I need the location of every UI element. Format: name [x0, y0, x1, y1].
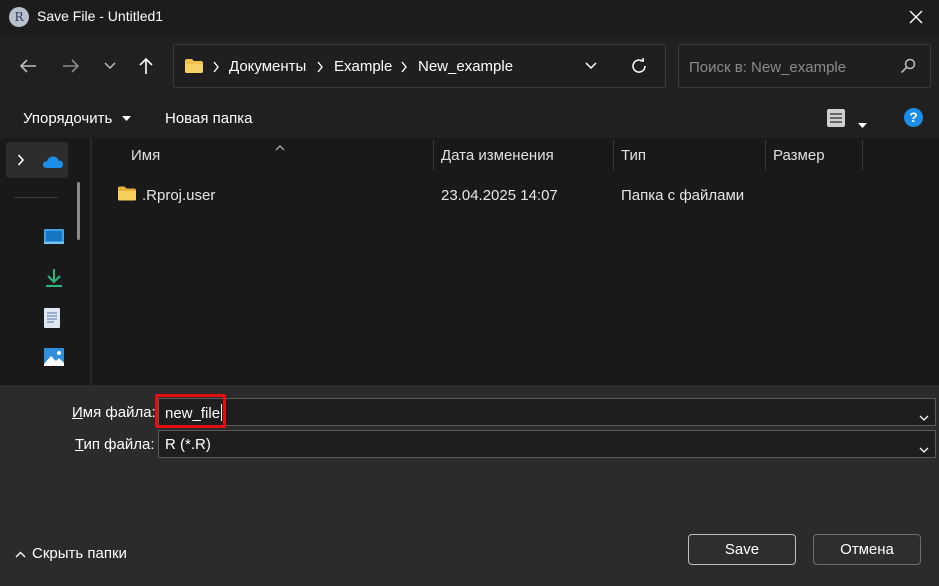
breadcrumb-documents[interactable]: Документы	[229, 58, 306, 75]
chevron-down-icon	[585, 62, 597, 70]
arrow-right-icon	[63, 59, 80, 73]
column-header-date[interactable]: Дата изменения	[433, 138, 613, 172]
new-folder-button[interactable]: Новая папка	[165, 110, 252, 127]
document-icon	[44, 308, 60, 328]
cancel-button[interactable]: Отмена	[813, 534, 921, 565]
view-options-button[interactable]	[826, 108, 846, 133]
filetype-select[interactable]: R (*.R)	[158, 430, 936, 458]
breadcrumb-example[interactable]: Example	[334, 58, 392, 75]
save-button[interactable]: Save	[688, 534, 796, 565]
chevron-right-icon[interactable]	[316, 60, 324, 78]
folder-icon	[184, 58, 204, 79]
chevron-down-icon	[104, 62, 116, 70]
command-bar: Упорядочить Новая папка ?	[0, 98, 939, 138]
caret-down-icon	[122, 116, 132, 122]
sidebar-item-onedrive[interactable]	[6, 142, 68, 178]
file-date: 23.04.2025 14:07	[441, 187, 558, 204]
up-button[interactable]	[134, 54, 158, 78]
forward-button[interactable]	[59, 54, 83, 78]
filename-highlight-box	[155, 394, 226, 428]
navigation-pane	[0, 138, 92, 385]
address-bar[interactable]: Документы Example New_example	[173, 44, 666, 88]
search-placeholder: Поиск в: New_example	[689, 59, 847, 76]
content-area: Имя Дата изменения Тип Размер .Rproj.use…	[0, 138, 939, 385]
refresh-button[interactable]	[630, 57, 648, 80]
view-menu-caret[interactable]	[858, 116, 867, 134]
pictures-icon	[44, 348, 64, 366]
chevron-down-icon	[919, 415, 929, 421]
filetype-label: Тип файла:	[75, 436, 155, 453]
r-app-icon: R	[9, 7, 29, 27]
details-view-icon	[827, 109, 845, 127]
recent-locations-button[interactable]	[98, 54, 122, 78]
file-list: Имя Дата изменения Тип Размер .Rproj.use…	[92, 138, 939, 385]
navigation-bar: Документы Example New_example Поиск в: N…	[0, 34, 939, 98]
chevron-up-icon	[15, 551, 26, 558]
organize-button[interactable]: Упорядочить	[23, 110, 132, 127]
file-name: .Rproj.user	[142, 187, 216, 204]
search-input[interactable]: Поиск в: New_example	[678, 44, 931, 88]
breadcrumb-new-example[interactable]: New_example	[418, 58, 513, 75]
filetype-value: R (*.R)	[165, 436, 211, 453]
chevron-right-icon[interactable]	[400, 60, 408, 78]
expand-chevron-icon[interactable]	[17, 153, 25, 172]
folder-icon	[118, 186, 136, 206]
caret-down-icon	[858, 123, 867, 128]
sidebar-item-desktop[interactable]	[44, 228, 64, 251]
help-button[interactable]: ?	[904, 108, 923, 127]
hide-folders-label: Скрыть папки	[32, 545, 127, 562]
file-row[interactable]: .Rproj.user 23.04.2025 14:07 Папка с фай…	[92, 180, 939, 210]
column-header-type[interactable]: Тип	[613, 138, 765, 172]
filename-dropdown-button[interactable]	[919, 408, 929, 426]
close-button[interactable]	[893, 0, 939, 34]
chevron-right-icon	[212, 60, 220, 78]
onedrive-cloud-icon	[42, 155, 64, 174]
sidebar-item-documents[interactable]	[44, 308, 60, 333]
title-bar: R Save File - Untitled1	[0, 0, 939, 34]
sidebar-scrollbar[interactable]	[77, 182, 80, 240]
back-button[interactable]	[16, 54, 40, 78]
sidebar-item-downloads[interactable]	[44, 268, 64, 293]
address-history-dropdown[interactable]	[584, 59, 598, 78]
arrow-left-icon	[19, 59, 36, 73]
filetype-dropdown-button[interactable]	[919, 440, 929, 458]
refresh-icon	[632, 57, 646, 73]
close-icon	[909, 10, 923, 24]
column-separator[interactable]	[862, 140, 863, 170]
desktop-icon	[44, 229, 64, 244]
hide-folders-button[interactable]: Скрыть папки	[15, 545, 127, 562]
sidebar-item-pictures[interactable]	[44, 348, 64, 371]
download-icon	[46, 269, 62, 287]
organize-label: Упорядочить	[23, 110, 113, 127]
search-icon	[900, 58, 916, 79]
chevron-down-icon	[919, 447, 929, 453]
file-type: Папка с файлами	[621, 187, 745, 204]
column-header-name[interactable]: Имя	[123, 138, 434, 172]
column-header-size[interactable]: Размер	[765, 138, 863, 172]
save-options-panel: Имя файла: new_file Тип файла: R (*.R) С…	[0, 385, 939, 586]
arrow-up-icon	[139, 57, 153, 74]
question-icon: ?	[909, 109, 918, 125]
filename-label: Имя файла:	[72, 404, 156, 421]
window-title: Save File - Untitled1	[37, 8, 164, 24]
sidebar-divider	[14, 197, 58, 198]
filename-field[interactable]: new_file	[158, 398, 936, 426]
